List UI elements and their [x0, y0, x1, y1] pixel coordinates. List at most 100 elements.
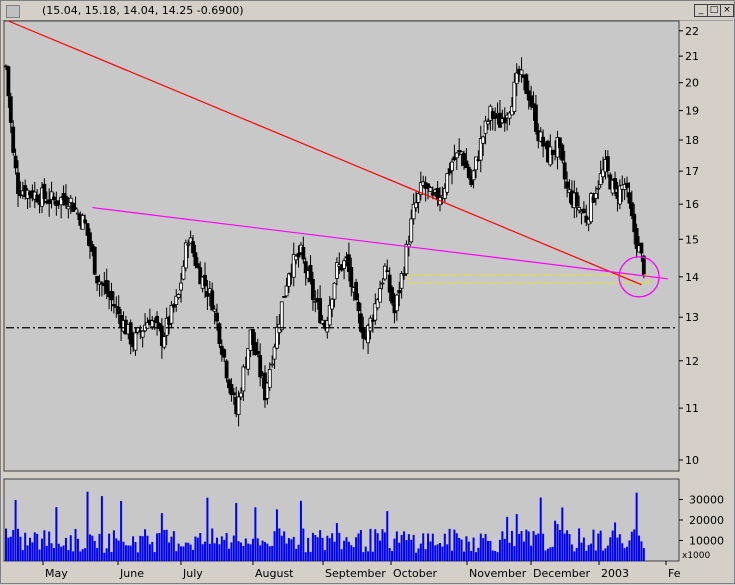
- volume-bar: [563, 533, 566, 561]
- volume-bar: [93, 540, 96, 561]
- volume-bar: [208, 543, 211, 561]
- volume-bar: [45, 545, 48, 561]
- volume-bar: [558, 530, 561, 561]
- volume-bar: [280, 535, 283, 561]
- candle-body: [361, 327, 366, 339]
- candle-body: [349, 267, 354, 288]
- volume-bar: [347, 541, 350, 561]
- x-tick-label: May: [45, 567, 68, 580]
- volume-bar: [287, 538, 290, 561]
- volume-bar: [189, 544, 192, 561]
- volume-bar: [136, 552, 139, 561]
- candle-body: [66, 206, 71, 210]
- volume-bar: [124, 545, 127, 561]
- volume-bar: [395, 531, 398, 561]
- volume-bar: [458, 537, 461, 561]
- volume-bar: [48, 531, 51, 561]
- volume-bar: [566, 530, 569, 561]
- candle-body: [64, 195, 68, 206]
- volume-y-tick-label: 20000: [689, 514, 724, 527]
- candle-body: [534, 104, 538, 132]
- volume-bar: [76, 538, 79, 561]
- volume-plot-area: [3, 478, 680, 562]
- volume-bar: [503, 538, 506, 561]
- volume-bar: [153, 552, 156, 561]
- candle-body: [169, 305, 174, 324]
- candle-body: [279, 301, 284, 330]
- candle-body: [382, 265, 387, 280]
- volume-bar: [271, 545, 274, 561]
- volume-bar: [40, 538, 43, 561]
- volume-panel: 30000 20000 10000 x1000: [3, 478, 724, 562]
- x-tick-label: August: [255, 567, 294, 580]
- volume-bar: [132, 536, 135, 561]
- y-tick-label: 10: [685, 454, 699, 467]
- candle-body: [318, 298, 323, 324]
- candle-body: [224, 360, 229, 379]
- volume-bar: [494, 550, 497, 561]
- volume-bar: [96, 548, 99, 561]
- y-tick-label: 18: [685, 134, 699, 147]
- volume-bar: [630, 531, 633, 561]
- volume-bar: [374, 529, 377, 561]
- candle-body: [217, 323, 222, 344]
- volume-bar: [419, 543, 422, 561]
- volume-unit-label: x1000: [682, 551, 711, 561]
- volume-bar: [467, 541, 470, 561]
- volume-bar: [355, 537, 358, 561]
- volume-bar: [479, 533, 482, 561]
- candle-body: [639, 242, 644, 254]
- candle-body: [301, 246, 306, 260]
- candle-body: [605, 156, 610, 171]
- candle-body: [565, 181, 569, 189]
- candle-body: [560, 144, 565, 161]
- volume-bar: [57, 543, 60, 561]
- candle-body: [332, 282, 337, 300]
- candle-body: [241, 366, 246, 392]
- candle-body: [519, 69, 524, 76]
- candle-body: [179, 282, 183, 291]
- volume-bar: [455, 533, 458, 561]
- x-tick-label: 2003: [601, 567, 629, 580]
- volume-bar: [321, 537, 324, 561]
- volume-bar: [606, 545, 609, 561]
- volume-bar: [424, 549, 427, 561]
- volume-bar: [12, 530, 15, 561]
- volume-bar: [275, 509, 278, 561]
- volume-bar: [242, 545, 245, 561]
- volume-bar: [544, 550, 547, 561]
- volume-bar: [470, 550, 473, 561]
- candle-body: [272, 346, 277, 360]
- volume-bar: [534, 534, 537, 561]
- volume-bar: [477, 547, 480, 561]
- volume-bar: [359, 530, 362, 561]
- candle-body: [402, 274, 406, 276]
- candle-body: [474, 156, 478, 171]
- volume-bar: [393, 538, 396, 561]
- candle-body: [236, 396, 241, 415]
- candle-body: [330, 298, 335, 310]
- volume-bar: [283, 531, 286, 561]
- candle-body: [52, 196, 56, 201]
- volume-bar: [88, 534, 91, 561]
- candle-body: [390, 287, 394, 304]
- volume-bar: [81, 549, 84, 561]
- volume-bar: [213, 543, 216, 561]
- candle-body: [210, 290, 215, 311]
- price-plot-area: [3, 20, 680, 472]
- volume-bar: [439, 543, 442, 561]
- volume-bar: [357, 533, 360, 561]
- volume-bar: [333, 541, 336, 561]
- volume-bar: [256, 538, 259, 561]
- candle-body: [8, 96, 13, 123]
- volume-bar: [611, 530, 614, 561]
- volume-bar: [398, 542, 401, 561]
- volume-bar: [69, 535, 72, 561]
- volume-bar: [491, 550, 494, 561]
- volume-bar: [239, 542, 242, 561]
- volume-bar: [72, 551, 75, 561]
- volume-bar: [434, 545, 437, 561]
- x-tick-label: November: [469, 567, 527, 580]
- candle-body: [445, 173, 450, 193]
- volume-bar: [316, 537, 319, 561]
